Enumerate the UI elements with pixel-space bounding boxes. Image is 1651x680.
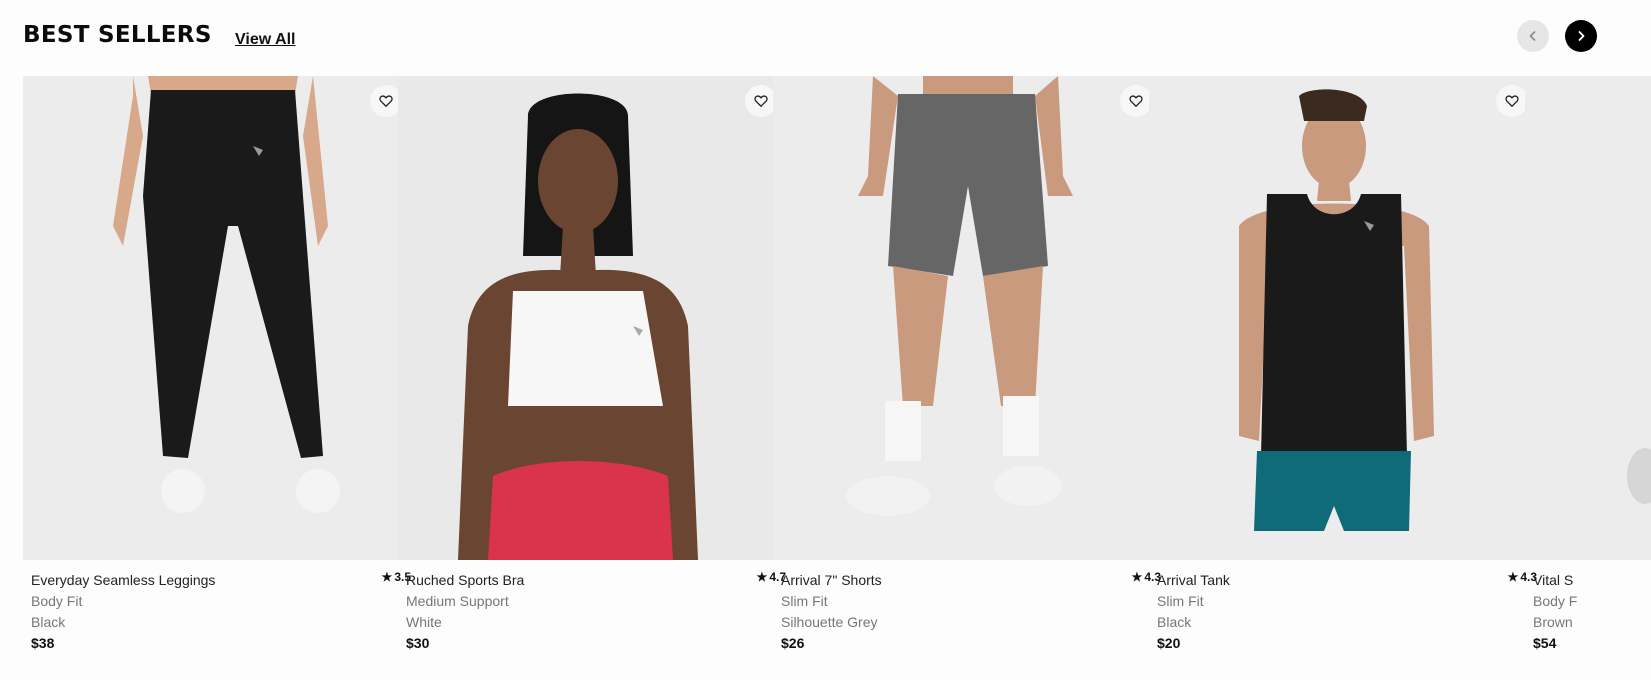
heart-icon bbox=[754, 95, 768, 108]
model-black-leggings-image bbox=[23, 76, 411, 560]
product-fit: Medium Support bbox=[406, 593, 509, 609]
product-card[interactable]: Arrival Tank ★ 4.3 Slim Fit Black $20 bbox=[1149, 76, 1537, 656]
product-card[interactable]: Ruched Sports Bra ★ 4.7 Medium Support W… bbox=[398, 76, 786, 656]
product-price: $38 bbox=[31, 635, 55, 651]
product-fit: Body Fit bbox=[31, 593, 83, 609]
product-carousel: Everyday Seamless Leggings ★ 3.5 Body Fi… bbox=[0, 76, 1651, 676]
star-icon: ★ bbox=[756, 570, 768, 584]
product-color: White bbox=[406, 614, 442, 630]
product-price: $26 bbox=[781, 635, 805, 651]
model-partial-image bbox=[1525, 76, 1651, 560]
product-image[interactable] bbox=[398, 76, 786, 560]
product-fit: Slim Fit bbox=[781, 593, 828, 609]
heart-icon bbox=[1129, 95, 1143, 108]
product-name[interactable]: Ruched Sports Bra bbox=[406, 572, 524, 588]
chevron-left-icon bbox=[1529, 31, 1536, 41]
heart-icon bbox=[379, 95, 393, 108]
product-image[interactable] bbox=[1149, 76, 1537, 560]
wishlist-button[interactable] bbox=[1496, 85, 1528, 117]
product-price: $30 bbox=[406, 635, 430, 651]
product-card[interactable]: Everyday Seamless Leggings ★ 3.5 Body Fi… bbox=[23, 76, 411, 656]
product-name[interactable]: Arrival 7" Shorts bbox=[781, 572, 882, 588]
model-black-tank-image bbox=[1149, 76, 1537, 560]
carousel-next-button[interactable] bbox=[1565, 20, 1597, 52]
carousel-prev-button[interactable] bbox=[1517, 20, 1549, 52]
product-card[interactable]: Arrival 7" Shorts ★ 4.3 Slim Fit Silhoue… bbox=[773, 76, 1161, 656]
product-color: Black bbox=[1157, 614, 1192, 630]
product-image[interactable] bbox=[1525, 76, 1651, 560]
product-name[interactable]: Arrival Tank bbox=[1157, 572, 1230, 588]
section-title: BEST SELLERS bbox=[23, 22, 212, 48]
product-color: Brown bbox=[1533, 614, 1573, 630]
product-name[interactable]: Everyday Seamless Leggings bbox=[31, 572, 215, 588]
star-icon: ★ bbox=[381, 570, 393, 584]
product-color: Black bbox=[31, 614, 66, 630]
product-fit: Body F bbox=[1533, 593, 1578, 609]
star-icon: ★ bbox=[1131, 570, 1143, 584]
view-all-link[interactable]: View All bbox=[235, 31, 295, 49]
product-color: Silhouette Grey bbox=[781, 614, 878, 630]
model-white-sports-bra-image bbox=[398, 76, 786, 560]
section-header: BEST SELLERS View All bbox=[0, 0, 1651, 72]
product-card[interactable]: Vital S Body F Brown $54 bbox=[1525, 76, 1651, 656]
product-fit: Slim Fit bbox=[1157, 593, 1204, 609]
model-grey-shorts-image bbox=[773, 76, 1161, 560]
heart-icon bbox=[1505, 95, 1519, 108]
product-name[interactable]: Vital S bbox=[1533, 572, 1573, 588]
product-image[interactable] bbox=[23, 76, 411, 560]
product-image[interactable] bbox=[773, 76, 1161, 560]
product-price: $20 bbox=[1157, 635, 1181, 651]
wishlist-button[interactable] bbox=[1120, 85, 1152, 117]
star-icon: ★ bbox=[1507, 570, 1519, 584]
product-price: $54 bbox=[1533, 635, 1557, 651]
chevron-right-icon bbox=[1578, 31, 1585, 41]
